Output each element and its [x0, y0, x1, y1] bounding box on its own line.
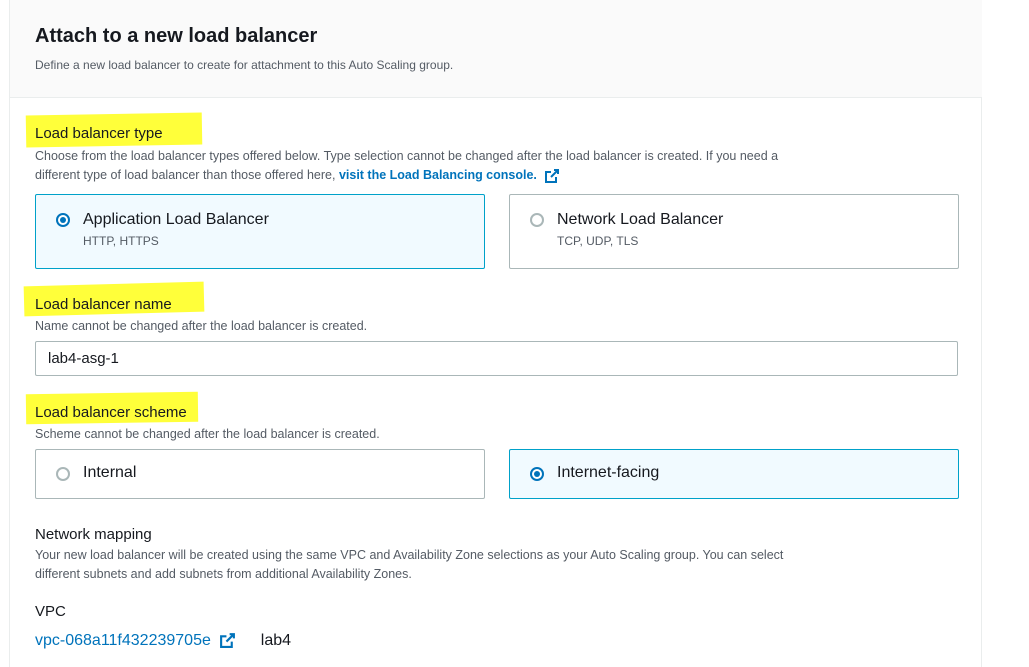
network-desc-line1: Your new load balancer will be created u…	[35, 548, 784, 562]
lb-name-label: Load balancer name	[35, 296, 172, 313]
load-balancing-console-link[interactable]: visit the Load Balancing console.	[339, 168, 537, 182]
scheme-option-internet-facing[interactable]: Internet-facing	[509, 449, 959, 499]
network-mapping-label: Network mapping	[35, 526, 152, 543]
vpc-label: VPC	[35, 603, 66, 620]
radio-network[interactable]	[530, 213, 544, 227]
scheme-option-internal[interactable]: Internal	[35, 449, 485, 499]
lb-scheme-description: Scheme cannot be changed after the load …	[35, 427, 380, 441]
external-link-icon[interactable]	[544, 168, 560, 184]
lb-type-option-application[interactable]: Application Load Balancer HTTP, HTTPS	[35, 194, 485, 269]
lb-type-option-network[interactable]: Network Load Balancer TCP, UDP, TLS	[509, 194, 959, 269]
option-title: Network Load Balancer	[557, 211, 724, 228]
option-title: Application Load Balancer	[83, 211, 269, 228]
option-subtitle: TCP, UDP, TLS	[557, 234, 639, 248]
lb-type-desc-line1: Choose from the load balancer types offe…	[35, 149, 779, 163]
lb-name-input[interactable]	[35, 341, 958, 376]
lb-name-description: Name cannot be changed after the load ba…	[35, 319, 368, 333]
panel-header: Attach to a new load balancer Define a n…	[10, 0, 982, 98]
radio-internal[interactable]	[56, 467, 70, 481]
network-desc-line2: different subnets and add subnets from a…	[35, 567, 412, 581]
vpc-id-link[interactable]: vpc-068a11f432239705e	[35, 632, 211, 649]
lb-type-label: Load balancer type	[35, 125, 163, 142]
lb-scheme-label: Load balancer scheme	[35, 404, 187, 421]
radio-internet-facing[interactable]	[530, 467, 544, 481]
radio-application[interactable]	[56, 213, 70, 227]
external-link-icon[interactable]	[219, 632, 236, 649]
option-title: Internal	[83, 464, 137, 481]
lb-type-desc-line2: different type of load balancer than tho…	[35, 166, 778, 185]
attach-load-balancer-panel: Attach to a new load balancer Define a n…	[9, 0, 982, 667]
option-subtitle: HTTP, HTTPS	[83, 234, 159, 248]
vpc-name: lab4	[260, 632, 292, 649]
panel-title: Attach to a new load balancer	[35, 25, 318, 47]
option-title: Internet-facing	[557, 464, 660, 481]
network-mapping-description: Your new load balancer will be created u…	[35, 546, 783, 584]
vpc-row: vpc-068a11f432239705e lab4	[35, 632, 291, 650]
panel-description: Define a new load balancer to create for…	[35, 58, 454, 72]
lb-type-description: Choose from the load balancer types offe…	[35, 147, 778, 185]
lb-type-desc-text: different type of load balancer than tho…	[35, 168, 336, 182]
